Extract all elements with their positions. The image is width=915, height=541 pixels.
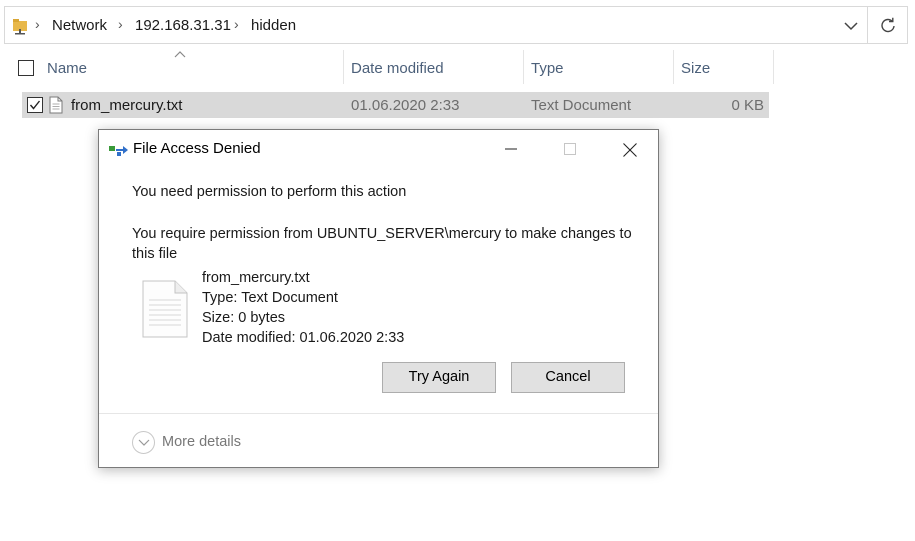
breadcrumb-hidden[interactable]: hidden [251,17,296,34]
file-info-type: Type: Text Document [202,290,338,306]
minimize-button[interactable] [488,130,534,168]
checkmark-icon [29,100,41,110]
file-row[interactable]: from_mercury.txt 01.06.2020 2:33 Text Do… [22,92,769,118]
refresh-icon [881,17,895,33]
breadcrumb-network[interactable]: Network [52,17,107,34]
file-info-size: Size: 0 bytes [202,310,286,326]
column-divider[interactable] [523,50,524,84]
file-transfer-icon [109,146,128,156]
dialog-title-bar[interactable]: File Access Denied [99,130,658,168]
chevron-down-icon[interactable] [843,19,859,33]
cancel-button[interactable]: Cancel [511,362,625,393]
breadcrumb-chevron-icon: › [118,16,123,32]
file-access-denied-dialog: File Access Denied You need permission t… [98,129,659,468]
column-divider[interactable] [343,50,344,84]
breadcrumb-chevron-icon: › [35,16,40,32]
file-explorer-window: › Network › 192.168.31.31 › hidden Name … [0,0,915,541]
chevron-down-icon [138,439,150,446]
sort-ascending-icon [174,51,186,58]
column-header-name[interactable]: Name [47,60,87,77]
try-again-button[interactable]: Try Again [382,362,496,393]
file-date-modified: 01.06.2020 2:33 [351,97,460,114]
column-header-row: Name Date modified Type Size [0,50,780,86]
file-info-name: from_mercury.txt [202,270,310,286]
column-divider[interactable] [773,50,774,84]
file-type: Text Document [531,97,632,114]
breadcrumb-ip[interactable]: 192.168.31.31 [135,17,231,34]
select-all-checkbox[interactable] [18,60,34,76]
column-header-size[interactable]: Size [681,60,710,77]
close-icon [623,143,637,157]
breadcrumb-chevron-icon: › [234,16,239,32]
dialog-title: File Access Denied [133,140,261,157]
column-header-date-modified[interactable]: Date modified [351,60,444,77]
dialog-description: You require permission from UBUNTU_SERVE… [132,226,632,262]
file-name[interactable]: from_mercury.txt [71,97,182,114]
text-file-icon [49,96,63,114]
close-button[interactable] [606,130,652,168]
large-text-file-icon [142,280,188,338]
refresh-button[interactable] [868,6,908,44]
more-details-label[interactable]: More details [162,434,241,450]
network-folder-icon [13,19,27,35]
dialog-footer: More details [99,414,658,467]
address-bar[interactable]: › Network › 192.168.31.31 › hidden [4,6,868,44]
maximize-icon [564,143,576,155]
column-header-type[interactable]: Type [531,60,564,77]
file-size: 0 KB [731,97,764,114]
maximize-button [547,130,593,168]
minimize-icon [505,148,517,150]
file-info-date-modified: Date modified: 01.06.2020 2:33 [202,330,405,346]
row-checkbox[interactable] [27,97,43,113]
more-details-toggle[interactable] [132,431,155,454]
dialog-heading: You need permission to perform this acti… [132,184,407,200]
column-divider[interactable] [673,50,674,84]
